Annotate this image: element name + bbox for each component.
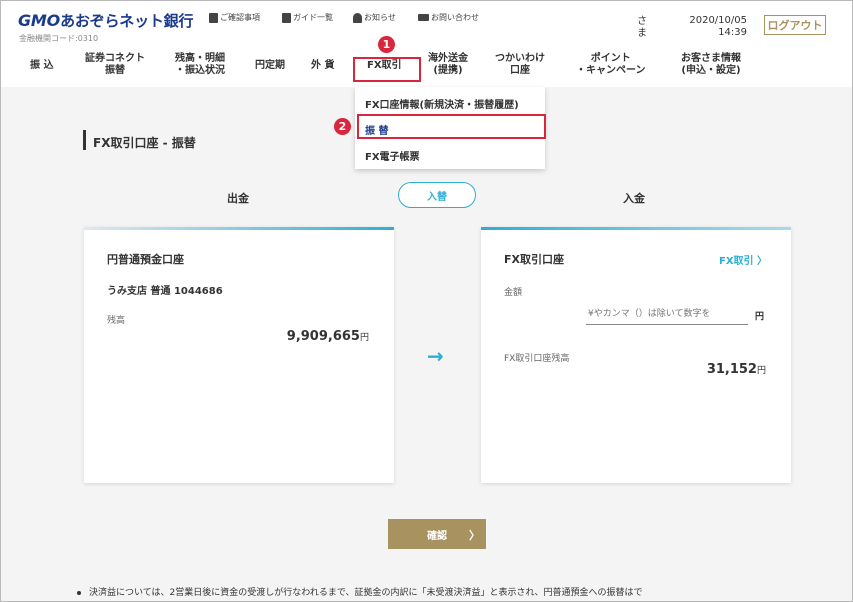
util-label: ガイド一覧 [293, 13, 333, 22]
fx-balance: 31,152円 [707, 362, 766, 377]
bank-code: 金融機関コード:0310 [19, 34, 99, 43]
document-icon [209, 12, 218, 23]
destination-account-card: FX取引口座 FX取引 〉 金額 円 FX取引口座残高 31,152円 [481, 227, 791, 483]
nav-label: 振 込 [30, 60, 54, 71]
title-accent-bar [83, 130, 86, 150]
bell-icon [353, 12, 362, 23]
menu-item-fx-account-info[interactable]: FX口座情報(新規決済・振替履歴) [365, 96, 519, 111]
fx-trading-link[interactable]: FX取引 〉 [719, 252, 767, 267]
step-1-badge: 1 [378, 36, 395, 53]
nav-item-foreign-currency[interactable]: 外 貨 [311, 60, 334, 72]
browser-viewport: GMOあおぞらネット銀行 金融機関コード:0310 ご確認事項 ガイド一覧 お知… [0, 0, 853, 602]
currency-unit: 円 [756, 366, 766, 376]
user-suffix-1: さ [637, 16, 647, 27]
util-link-confirmation[interactable]: ご確認事項 [209, 12, 260, 23]
nav-label-sub: 口座 [510, 65, 530, 76]
mail-icon [418, 14, 429, 21]
nav-item-points[interactable]: ポイント ・キャンペーン [576, 53, 646, 77]
nav-label: ポイント [590, 53, 631, 64]
nav-label: お客さま情報 [681, 53, 741, 64]
nav-label: 円定期 [255, 60, 285, 71]
util-label: ご確認事項 [220, 13, 260, 22]
fx-balance-label: FX取引口座残高 [504, 354, 570, 364]
nav-item-customer-info[interactable]: お客さま情報 (申込・設定) [681, 53, 741, 77]
currency-unit: 円 [359, 333, 369, 343]
menu-item-fx-e-report[interactable]: FX電子帳票 [365, 148, 420, 163]
nav-label: 海外送金 [428, 53, 468, 64]
date: 2020/10/05 [689, 15, 747, 26]
note-text: 決済益については、2営業日後に資金の受渡しが行なわれるまで、証拠金の内訳に「未受… [89, 588, 643, 598]
amount-label: 金額 [504, 288, 523, 298]
source-balance-value: 9,909,665 [286, 329, 360, 344]
logo-brand: GMO [18, 11, 61, 30]
util-link-notice[interactable]: お知らせ [353, 12, 396, 23]
nav-label-sub: (申込・設定) [681, 65, 741, 76]
withdraw-label: 出金 [227, 192, 249, 205]
step-2-badge: 2 [334, 118, 351, 135]
card-accent-line [481, 227, 791, 230]
nav-item-transfer[interactable]: 振 込 [30, 60, 53, 72]
transfer-menu-highlight [357, 114, 546, 139]
nav-label-sub: ・キャンペーン [576, 65, 646, 76]
nav-item-securities-connect[interactable]: 証券コネクト 振替 [85, 53, 145, 77]
nav-label-sub: (提携) [433, 65, 463, 76]
util-link-contact[interactable]: お問い合わせ [418, 12, 479, 23]
amount-unit: 円 [755, 312, 765, 322]
source-balance: 9,909,665円 [287, 329, 369, 344]
util-label: お知らせ [364, 13, 396, 22]
confirm-label: 確認 [427, 530, 447, 542]
user-suffix-2: ま [637, 28, 647, 39]
source-balance-label: 残高 [107, 316, 126, 326]
deposit-label: 入金 [623, 192, 645, 205]
source-account-card: 円普通預金口座 うみ支店 普通 1044686 残高 9,909,665円 [84, 227, 394, 483]
fx-balance-value: 31,152 [706, 362, 757, 377]
source-account-type: 円普通預金口座 [107, 253, 184, 266]
datetime: 2020/10/05 14:39 [687, 15, 747, 39]
nav-item-sub-accounts[interactable]: つかいわけ 口座 [495, 53, 545, 77]
card-accent-line [84, 227, 394, 230]
fx-tab-highlight [353, 57, 421, 82]
source-branch: うみ支店 普通 1044686 [107, 286, 223, 297]
swap-button[interactable]: 入替 [398, 182, 476, 208]
arrow-right-icon: → [427, 344, 444, 368]
destination-account-type: FX取引口座 [504, 253, 564, 266]
site-header: GMOあおぞらネット銀行 金融機関コード:0310 ご確認事項 ガイド一覧 お知… [1, 1, 852, 87]
nav-label-sub: ・振込状況 [175, 65, 225, 76]
chevron-right-icon: 〉 [469, 530, 480, 542]
page-title: FX取引口座 - 振替 [93, 136, 196, 150]
settlement-note: 決済益については、2営業日後に資金の受渡しが行なわれるまで、証拠金の内訳に「未受… [77, 585, 643, 598]
nav-item-time-deposit[interactable]: 円定期 [255, 60, 285, 72]
logo-text: あおぞらネット銀行 [60, 12, 194, 30]
nav-label: 外 貨 [311, 60, 335, 71]
logout-button[interactable]: ログアウト [764, 15, 826, 35]
book-icon [282, 12, 291, 23]
nav-label: つかいわけ [495, 53, 545, 64]
bank-logo[interactable]: GMOあおぞらネット銀行 [18, 10, 193, 31]
nav-label: 残高・明細 [175, 53, 225, 64]
util-link-guide[interactable]: ガイド一覧 [282, 12, 333, 23]
time: 14:39 [718, 27, 747, 38]
bullet-icon [77, 590, 81, 595]
nav-label: 証券コネクト [85, 53, 145, 64]
confirm-button[interactable]: 確認 〉 [388, 519, 486, 549]
main-nav: 振 込 証券コネクト 振替 残高・明細 ・振込状況 円定期 外 貨 FX取引 海… [1, 53, 852, 87]
user-name: さ ま [637, 16, 647, 40]
nav-item-balance[interactable]: 残高・明細 ・振込状況 [175, 53, 225, 77]
nav-label-sub: 振替 [105, 65, 125, 76]
util-label: お問い合わせ [431, 13, 479, 22]
nav-item-overseas-remit[interactable]: 海外送金 (提携) [428, 53, 468, 77]
amount-input[interactable] [586, 303, 748, 325]
